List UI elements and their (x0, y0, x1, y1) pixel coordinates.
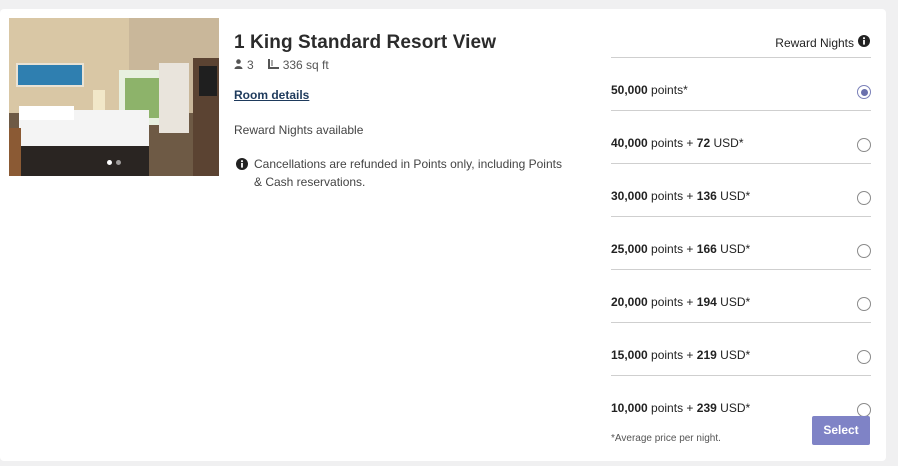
person-icon (234, 58, 243, 72)
currency: USD* (720, 401, 751, 415)
currency: USD* (720, 348, 751, 362)
room-title: 1 King Standard Resort View (234, 32, 497, 53)
points-amount: 40,000 (611, 136, 648, 150)
plus-sign: + (686, 242, 694, 256)
cash-amount: 239 (696, 401, 717, 415)
info-circle-icon (236, 157, 248, 191)
rate-option[interactable]: 50,000 points* (611, 57, 871, 110)
rate-option-label: 15,000 points + 219 USD* (611, 348, 750, 362)
points-amount: 15,000 (611, 348, 648, 362)
rate-radio[interactable] (857, 138, 871, 152)
currency: USD* (720, 189, 751, 203)
room-size: 336 sq ft (282, 58, 329, 72)
info-circle-icon[interactable] (858, 35, 870, 50)
rate-radio[interactable] (857, 85, 871, 99)
rate-radio[interactable] (857, 350, 871, 364)
rate-radio[interactable] (857, 244, 871, 258)
points-word: points (651, 242, 684, 256)
plus-sign: + (686, 136, 694, 150)
rate-option[interactable]: 30,000 points + 136 USD* (611, 163, 871, 216)
cash-amount: 166 (696, 242, 717, 256)
currency: USD* (713, 136, 744, 150)
plus-sign: + (686, 348, 694, 362)
rate-option-label: 40,000 points + 72 USD* (611, 136, 744, 150)
currency: USD* (720, 242, 751, 256)
room-meta: 3 336 sq ft (234, 58, 329, 72)
reward-nights-heading: Reward Nights (775, 35, 870, 50)
cash-amount: 194 (696, 295, 717, 309)
points-amount: 30,000 (611, 189, 648, 203)
rate-options-list: 50,000 points* 40,000 points + 72 USD* 3… (611, 57, 871, 428)
cash-amount: 136 (696, 189, 717, 203)
rate-option-label: 20,000 points + 194 USD* (611, 295, 750, 309)
cash-amount: 219 (696, 348, 717, 362)
points-word: points (651, 189, 684, 203)
carousel-dot-1[interactable] (107, 160, 112, 165)
rate-option[interactable]: 15,000 points + 219 USD* (611, 322, 871, 375)
plus-sign: + (686, 401, 694, 415)
select-button[interactable]: Select (812, 416, 870, 445)
carousel-dots (9, 152, 219, 170)
floor-area-icon (267, 58, 279, 72)
plus-sign: + (686, 189, 694, 203)
rate-option[interactable]: 20,000 points + 194 USD* (611, 269, 871, 322)
availability-text: Reward Nights available (234, 123, 364, 137)
rate-radio[interactable] (857, 403, 871, 417)
guest-count: 3 (247, 58, 254, 72)
points-word: points* (651, 83, 688, 97)
points-amount: 25,000 (611, 242, 648, 256)
rate-option[interactable]: 40,000 points + 72 USD* (611, 110, 871, 163)
rate-option-label: 50,000 points* (611, 83, 688, 97)
points-word: points (651, 401, 684, 415)
rate-option-label: 25,000 points + 166 USD* (611, 242, 750, 256)
points-amount: 20,000 (611, 295, 648, 309)
points-amount: 10,000 (611, 401, 648, 415)
points-amount: 50,000 (611, 83, 648, 97)
rate-option[interactable]: 25,000 points + 166 USD* (611, 216, 871, 269)
rate-option-label: 30,000 points + 136 USD* (611, 189, 750, 203)
rate-radio[interactable] (857, 191, 871, 205)
cancellation-notice: Cancellations are refunded in Points onl… (236, 155, 566, 191)
points-word: points (651, 136, 684, 150)
rate-radio[interactable] (857, 297, 871, 311)
rate-option-label: 10,000 points + 239 USD* (611, 401, 750, 415)
cancellation-text: Cancellations are refunded in Points onl… (254, 157, 562, 189)
room-details-link[interactable]: Room details (234, 88, 309, 102)
room-photo-carousel[interactable] (9, 18, 219, 176)
currency: USD* (720, 295, 751, 309)
reward-nights-label: Reward Nights (775, 35, 854, 50)
points-word: points (651, 348, 684, 362)
plus-sign: + (686, 295, 694, 309)
cash-amount: 72 (696, 136, 711, 150)
room-card: 1 King Standard Resort View 3 336 sq ft … (0, 9, 886, 461)
carousel-dot-2[interactable] (116, 160, 121, 165)
average-price-footnote: *Average price per night. (611, 433, 721, 444)
points-word: points (651, 295, 684, 309)
